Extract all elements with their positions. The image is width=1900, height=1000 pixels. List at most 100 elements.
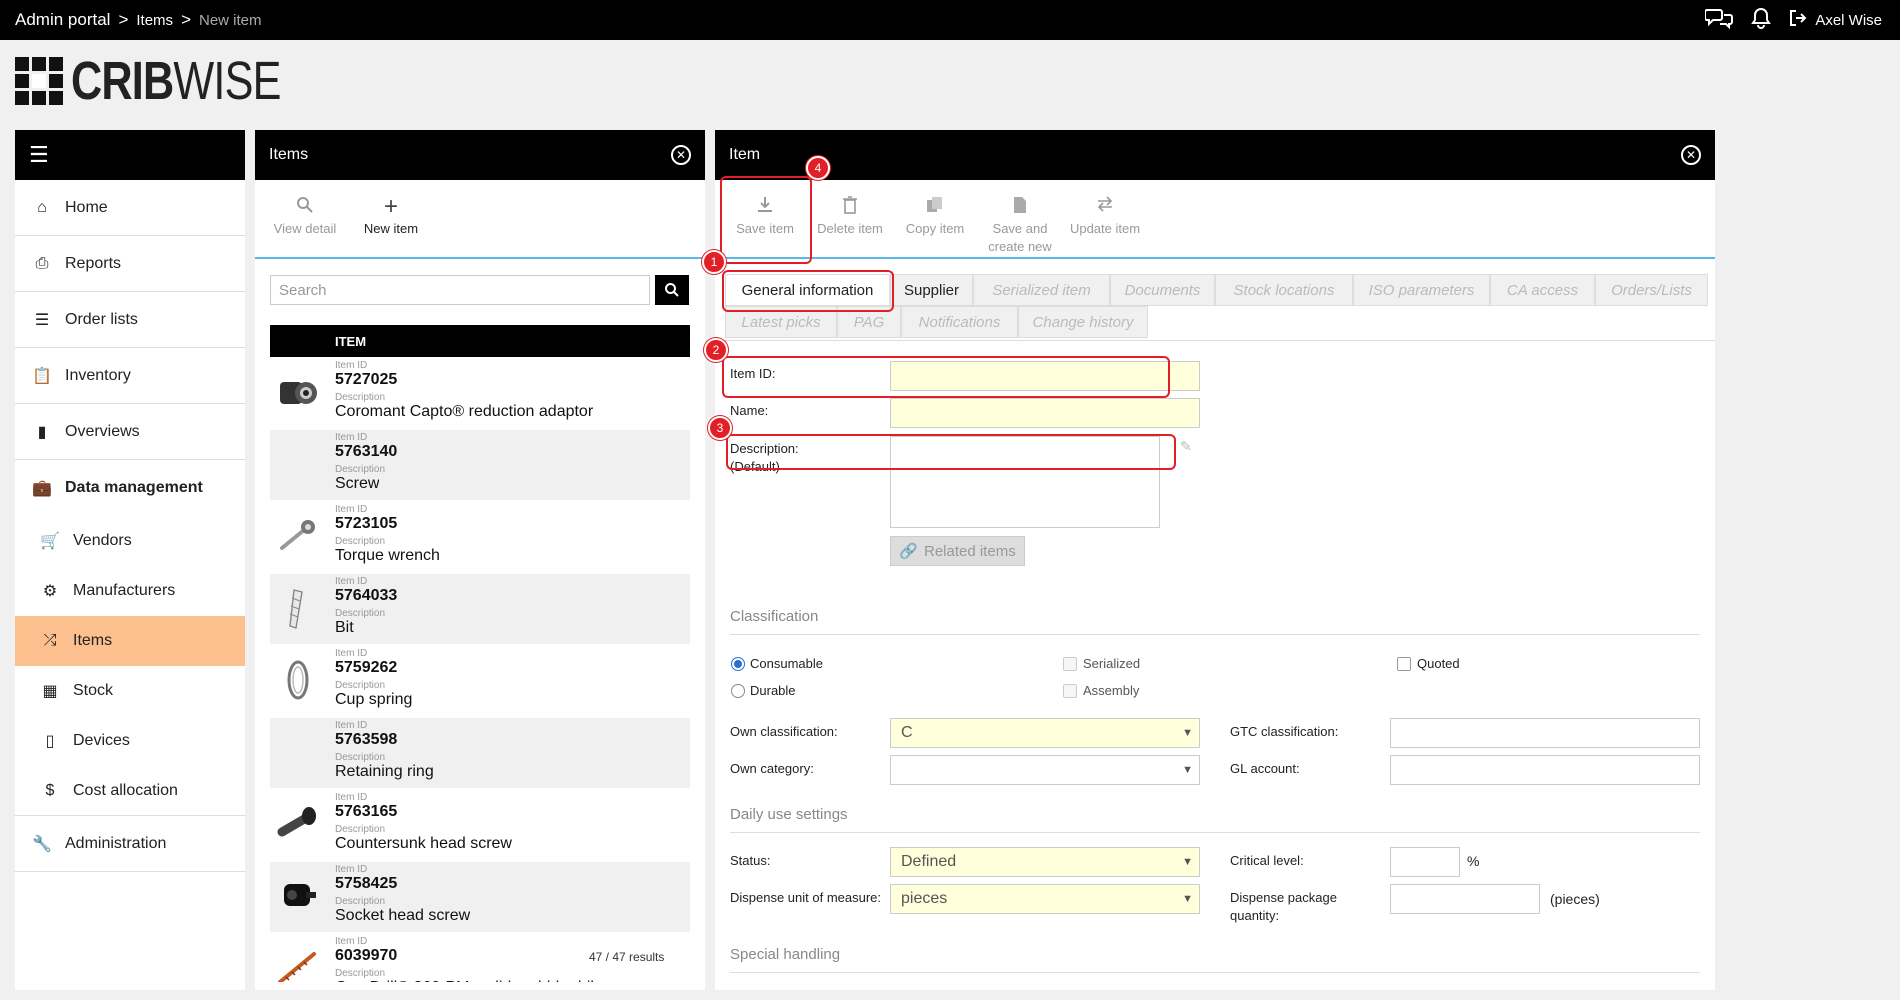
item-id: 5763165: [335, 803, 398, 820]
table-row[interactable]: Item ID 5763140 Description Screw: [270, 430, 690, 500]
table-row[interactable]: Item ID 5723105 Description Torque wrench: [270, 502, 690, 572]
sidebar-item-overviews[interactable]: ▮ Overviews: [15, 404, 245, 460]
sidebar-item-manufacturers[interactable]: ⚙ Manufacturers: [15, 566, 245, 616]
annotation-badge-3: 3: [708, 416, 732, 440]
update-item-button[interactable]: Update item: [1065, 196, 1145, 238]
tab-serialized-item[interactable]: Serialized item: [973, 274, 1110, 306]
home-icon: ⌂: [37, 198, 47, 216]
top-bar: Admin portal > Items > New item Axel Wis…: [0, 0, 1900, 40]
tab-stock-locations[interactable]: Stock locations: [1215, 274, 1353, 306]
tabs-divider: [715, 340, 1715, 341]
logo-text: CRIBWISE: [71, 51, 281, 111]
search-icon: [296, 196, 314, 220]
factory-icon: ⚙: [42, 583, 58, 600]
item-desc-label: Description: [335, 968, 386, 979]
view-detail-button[interactable]: View detail: [270, 196, 340, 238]
consumable-radio[interactable]: [731, 657, 745, 671]
breadcrumb: Admin portal > Items > New item: [15, 0, 262, 40]
status-select[interactable]: Defined ▼: [890, 847, 1200, 877]
gtc-classification-field[interactable]: [1390, 718, 1700, 748]
hamburger-icon[interactable]: ☰: [29, 144, 49, 166]
save-and-create-new-button[interactable]: Save and create new: [980, 196, 1060, 256]
dispense-package-field[interactable]: [1390, 884, 1540, 914]
quoted-label: Quoted: [1417, 656, 1460, 671]
breadcrumb-separator: >: [181, 10, 191, 29]
own-classification-select[interactable]: C ▼: [890, 718, 1200, 748]
serialized-checkbox[interactable]: [1063, 657, 1077, 671]
bell-icon[interactable]: [1751, 7, 1772, 33]
table-row[interactable]: Item ID 5763165 Description Countersunk hea…: [270, 790, 690, 860]
sidebar-item-home[interactable]: ⌂ Home: [15, 180, 245, 236]
tab-notifications[interactable]: Notifications: [901, 306, 1018, 338]
dollar-icon: $: [45, 781, 55, 799]
tab-documents[interactable]: Documents: [1110, 274, 1215, 306]
item-id: 6039970: [335, 947, 398, 964]
sidebar-item-inventory[interactable]: 📋 Inventory: [15, 348, 245, 404]
related-items-button[interactable]: 🔗 Related items: [890, 536, 1025, 566]
table-row[interactable]: Item ID 5758425 Description Socket head scr…: [270, 862, 690, 932]
item-thumbnail: [276, 874, 320, 918]
name-field[interactable]: [890, 398, 1200, 428]
table-row[interactable]: Item ID 5764033 Description Bit: [270, 574, 690, 644]
item-description: Screw: [335, 475, 380, 492]
item-desc-label: Description: [335, 752, 386, 763]
dispense-package-unit: (pieces): [1550, 891, 1600, 907]
sidebar-item-administration[interactable]: 🔧 Administration: [15, 816, 245, 872]
delete-item-button[interactable]: Delete item: [815, 196, 885, 238]
sidebar-item-vendors[interactable]: 🛒 Vendors: [15, 516, 245, 566]
breadcrumb-items[interactable]: Items: [136, 12, 173, 29]
copy-item-button[interactable]: Copy item: [900, 196, 970, 238]
item-id: 5727025: [335, 371, 398, 388]
tab-change-history[interactable]: Change history: [1018, 306, 1148, 338]
grid-icon: ▦: [42, 683, 58, 700]
tab-supplier[interactable]: Supplier: [890, 274, 973, 306]
sidebar-item-reports[interactable]: ⎙ Reports: [15, 236, 245, 292]
item-id-label: Item ID: [335, 504, 368, 515]
close-icon[interactable]: ✕: [671, 145, 691, 165]
table-row[interactable]: Item ID 5763598 Description Retaining ring: [270, 718, 690, 788]
name-label: Name:: [730, 403, 769, 418]
assembly-checkbox[interactable]: [1063, 684, 1077, 698]
quoted-checkbox[interactable]: [1397, 657, 1411, 671]
file-icon: [1013, 196, 1027, 220]
new-item-button[interactable]: + New item: [356, 195, 426, 238]
edit-pencil-icon[interactable]: ✎: [1180, 438, 1192, 455]
user-name[interactable]: Axel Wise: [1815, 12, 1882, 29]
wrench-icon: 🔧: [32, 835, 52, 853]
logout-icon[interactable]: [1789, 9, 1807, 31]
item-description: Cup spring: [335, 691, 413, 708]
table-row[interactable]: Item ID 5727025 Description Coromant Capto®…: [270, 358, 690, 428]
table-row[interactable]: Item ID 5759262 Description Cup spring: [270, 646, 690, 716]
sidebar-item-data-management[interactable]: 💼 Data management: [15, 460, 245, 516]
item-description: Socket head screw: [335, 907, 471, 924]
tab-iso-parameters[interactable]: ISO parameters: [1353, 274, 1490, 306]
search-input[interactable]: Search: [270, 275, 650, 305]
tab-orders-lists[interactable]: Orders/Lists: [1595, 274, 1708, 306]
gl-account-field[interactable]: [1390, 755, 1700, 785]
breadcrumb-admin-portal[interactable]: Admin portal: [15, 10, 110, 30]
search-icon: [665, 283, 679, 297]
special-handling-heading: Special handling: [730, 946, 841, 963]
sidebar-item-items[interactable]: ⤮ Items: [15, 616, 245, 666]
close-icon[interactable]: ✕: [1681, 145, 1701, 165]
critical-level-field[interactable]: [1390, 847, 1460, 877]
sidebar-item-stock[interactable]: ▦ Stock: [15, 666, 245, 716]
dispense-unit-select[interactable]: pieces ▼: [890, 884, 1200, 914]
own-category-select[interactable]: ▼: [890, 755, 1200, 785]
annotation-box-general-info: [722, 270, 894, 312]
item-id-label: Item ID: [335, 432, 368, 443]
durable-radio[interactable]: [731, 684, 745, 698]
chat-icon[interactable]: [1704, 7, 1734, 33]
search-button[interactable]: [655, 275, 689, 305]
tab-ca-access[interactable]: CA access: [1490, 274, 1595, 306]
printer-icon: ⎙: [35, 254, 49, 272]
critical-level-unit: %: [1467, 853, 1480, 869]
logo-mark-icon: [15, 57, 63, 105]
sidebar-item-cost-allocation[interactable]: $ Cost allocation: [15, 766, 245, 816]
sidebar-item-order-lists[interactable]: ☰ Order lists: [15, 292, 245, 348]
item-column-header[interactable]: ITEM: [270, 325, 690, 357]
classification-divider: [730, 634, 1700, 635]
annotation-badge-2: 2: [704, 338, 728, 362]
chevron-down-icon: ▼: [1182, 764, 1193, 776]
sidebar-item-devices[interactable]: ▯ Devices: [15, 716, 245, 766]
